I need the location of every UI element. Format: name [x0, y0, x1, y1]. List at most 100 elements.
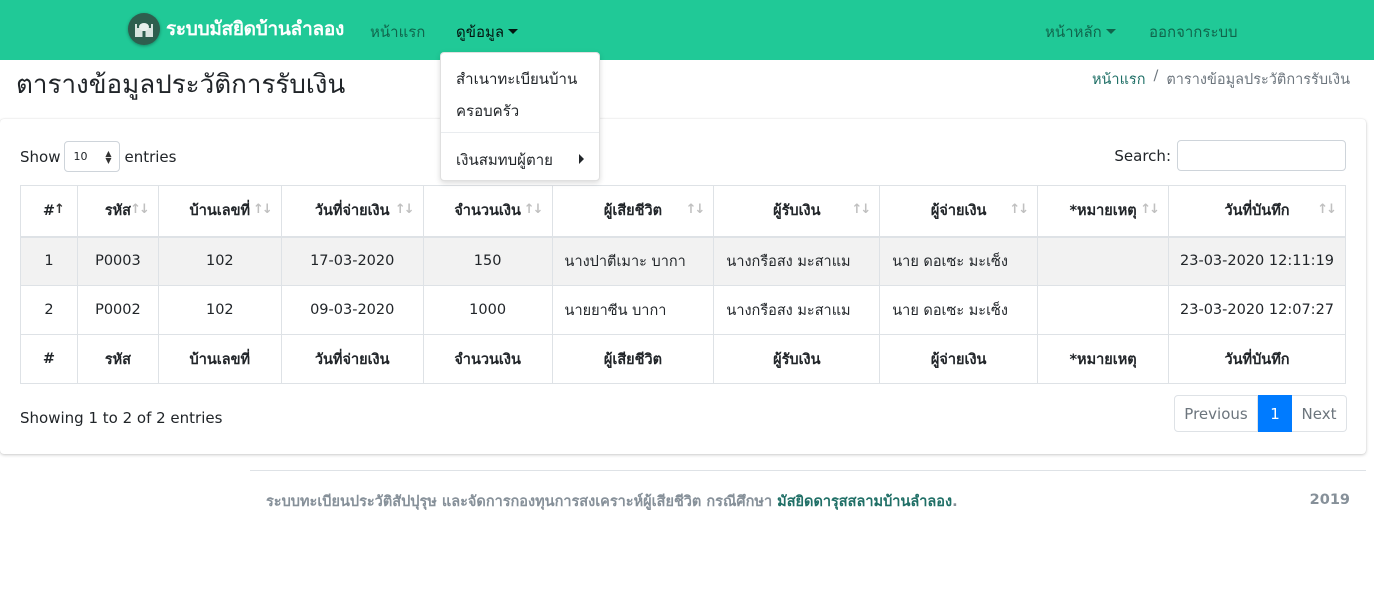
- column-header[interactable]: ผู้จ่ายเงิน ↑↓: [879, 185, 1039, 238]
- column-footer: วันที่บันทึก: [1168, 334, 1346, 384]
- view-data-dropdown-menu: สำเนาทะเบียนบ้าน ครอบครัว เงินสมทบผู้ตาย: [440, 52, 600, 181]
- pagination-page-button[interactable]: 1: [1258, 395, 1292, 432]
- column-footer: จำนวนเงิน: [422, 334, 553, 384]
- entries-length-value: 10: [73, 150, 88, 163]
- caret-right-icon: [579, 154, 584, 164]
- table-cell: 102: [157, 236, 282, 286]
- table-cell: P0003: [76, 236, 159, 286]
- sort-icon: ↑↓: [1317, 202, 1337, 217]
- table-cell: [1037, 236, 1170, 286]
- column-header-label: ผู้จ่ายเงิน: [930, 203, 987, 220]
- table-cell: 150: [422, 236, 553, 286]
- entries-length-select[interactable]: 10 ▲ ▼: [64, 141, 121, 172]
- sort-icon: ↑↓: [685, 202, 706, 217]
- select-arrows-icon: ▲ ▼: [105, 149, 112, 165]
- nav-main-label: หน้าหลัก: [1045, 23, 1102, 41]
- sort-asc-icon: ↑: [54, 202, 65, 217]
- brand-title: ระบบมัสยิดบ้านลำลอง: [166, 18, 344, 40]
- pagination-next-button[interactable]: Next: [1292, 395, 1347, 432]
- table-cell: 1: [20, 236, 78, 286]
- search-label: Search:: [1114, 146, 1171, 165]
- table-cell: นางปาตีเมาะ บากา: [551, 236, 715, 286]
- table-row: 1 P0003 102 17-03-2020 150 นางปาตีเมาะ บ…: [20, 236, 1346, 286]
- table-cell: P0002: [76, 285, 159, 335]
- pagination-previous-button[interactable]: Previous: [1174, 395, 1258, 432]
- column-header[interactable]: วันที่จ่ายเงิน ↑↓: [280, 185, 424, 238]
- nav-view-data-dropdown[interactable]: ดูข้อมูล: [456, 20, 519, 44]
- column-header[interactable]: # ↑: [20, 185, 78, 238]
- table-cell: 1000: [422, 285, 553, 335]
- dropdown-item-house-registration[interactable]: สำเนาทะเบียนบ้าน: [456, 67, 577, 91]
- table-cell: 09-03-2020: [280, 285, 424, 335]
- nav-home-link[interactable]: หน้าแรก: [370, 20, 425, 44]
- dropdown-item-family[interactable]: ครอบครัว: [456, 99, 519, 123]
- breadcrumb-separator: /: [1153, 68, 1159, 84]
- table-cell: นางกรือสง มะสาแม: [713, 285, 881, 335]
- table-cell: นาย ดอเซะ มะเซ็ง: [879, 236, 1039, 286]
- entries-length-control: Show 10 ▲ ▼ entries: [20, 141, 176, 172]
- column-header[interactable]: ผู้รับเงิน ↑↓: [713, 185, 881, 238]
- sort-icon: ↑↓: [1140, 202, 1160, 217]
- sort-icon: ↑↓: [523, 202, 544, 217]
- column-header[interactable]: รหัส ↑↓: [76, 185, 159, 238]
- sort-icon: ↑↓: [130, 202, 150, 217]
- footer-divider: [250, 470, 1366, 471]
- column-footer: วันที่จ่ายเงิน: [280, 334, 424, 384]
- dropdown-divider: [441, 132, 599, 133]
- column-header-label: จำนวนเงิน: [454, 203, 521, 220]
- table-cell: 2: [20, 285, 78, 335]
- column-header-label: วันที่จ่ายเงิน: [314, 203, 390, 220]
- sort-icon: ↑↓: [394, 202, 415, 217]
- table-cell: 17-03-2020: [280, 236, 424, 286]
- entries-label: entries: [124, 147, 177, 166]
- nav-logout-link[interactable]: ออกจากระบบ: [1149, 20, 1238, 44]
- pagination: Previous 1 Next: [1174, 395, 1347, 432]
- breadcrumb-current: ตารางข้อมูลประวัติการรับเงิน: [1166, 72, 1350, 88]
- column-footer: *หมายเหตุ: [1037, 334, 1170, 384]
- page-title: ตารางข้อมูลประวัติการรับเงิน: [16, 70, 346, 100]
- column-header-label: บ้านเลขที่: [189, 203, 251, 220]
- nav-view-data-label: ดูข้อมูล: [456, 23, 505, 41]
- column-header-label: รหัส: [104, 203, 132, 220]
- table-cell: 23-03-2020 12:07:27: [1168, 285, 1346, 335]
- breadcrumb: หน้าแรก / ตารางข้อมูลประวัติการรับเงิน: [1092, 68, 1350, 91]
- search-input[interactable]: [1177, 140, 1346, 171]
- footer-mosque-link[interactable]: มัสยิดดารุสสลามบ้านลำลอง: [777, 494, 952, 510]
- caret-down-icon: [508, 29, 519, 34]
- footer-period: .: [952, 494, 958, 510]
- table-search-control: Search:: [1114, 140, 1346, 171]
- dropdown-item-death-contribution[interactable]: เงินสมทบผู้ตาย: [456, 148, 553, 172]
- table-cell: 102: [157, 285, 282, 335]
- table-cell: นายยาซีน บากา: [551, 285, 715, 335]
- footer-year: 2019: [1309, 492, 1350, 508]
- nav-main-dropdown[interactable]: หน้าหลัก: [1045, 20, 1116, 44]
- table-header-row: # ↑ รหัส ↑↓ บ้านเลขที่ ↑↓ วันที่จ่ายเงิน ↑↓ …: [20, 185, 1346, 238]
- column-footer: #: [20, 334, 78, 384]
- sort-icon: ↑↓: [1009, 202, 1029, 217]
- brand[interactable]: ระบบมัสยิดบ้านลำลอง: [128, 13, 344, 45]
- footer-description: ระบบทะเบียนประวัติสัปปุรุษ และจัดการกองท…: [266, 494, 778, 510]
- table-row: 2 P0002 102 09-03-2020 1000 นายยาซีน บาก…: [20, 285, 1346, 335]
- column-header[interactable]: จำนวนเงิน ↑↓: [422, 185, 553, 238]
- mosque-logo-icon: [128, 13, 160, 45]
- column-header[interactable]: บ้านเลขที่ ↑↓: [157, 185, 282, 238]
- column-header-label: *หมายเหตุ: [1069, 203, 1137, 220]
- table-cell: [1037, 285, 1170, 335]
- column-footer: ผู้รับเงิน: [713, 334, 881, 384]
- table-cell: 23-03-2020 12:11:19: [1168, 236, 1346, 286]
- top-navbar: ระบบมัสยิดบ้านลำลอง หน้าแรก ดูข้อมูล หน้…: [0, 0, 1374, 60]
- caret-down-icon: [1105, 29, 1116, 34]
- column-header[interactable]: ผู้เสียชีวิต ↑↓: [551, 185, 715, 238]
- show-label: Show: [20, 147, 61, 166]
- column-header-label: ผู้รับเงิน: [773, 203, 821, 220]
- column-footer: บ้านเลขที่: [157, 334, 282, 384]
- sort-icon: ↑↓: [252, 202, 273, 217]
- column-footer: ผู้จ่ายเงิน: [879, 334, 1039, 384]
- table-info: Showing 1 to 2 of 2 entries: [20, 409, 223, 427]
- column-header[interactable]: *หมายเหตุ ↑↓: [1037, 185, 1170, 238]
- column-header[interactable]: วันที่บันทึก ↑↓: [1168, 185, 1346, 238]
- column-header-label: วันที่บันทึก: [1224, 203, 1290, 220]
- breadcrumb-home-link[interactable]: หน้าแรก: [1092, 68, 1146, 91]
- payment-history-table: # ↑ รหัส ↑↓ บ้านเลขที่ ↑↓ วันที่จ่ายเงิน ↑↓ …: [20, 185, 1346, 384]
- sort-icon: ↑↓: [851, 202, 871, 217]
